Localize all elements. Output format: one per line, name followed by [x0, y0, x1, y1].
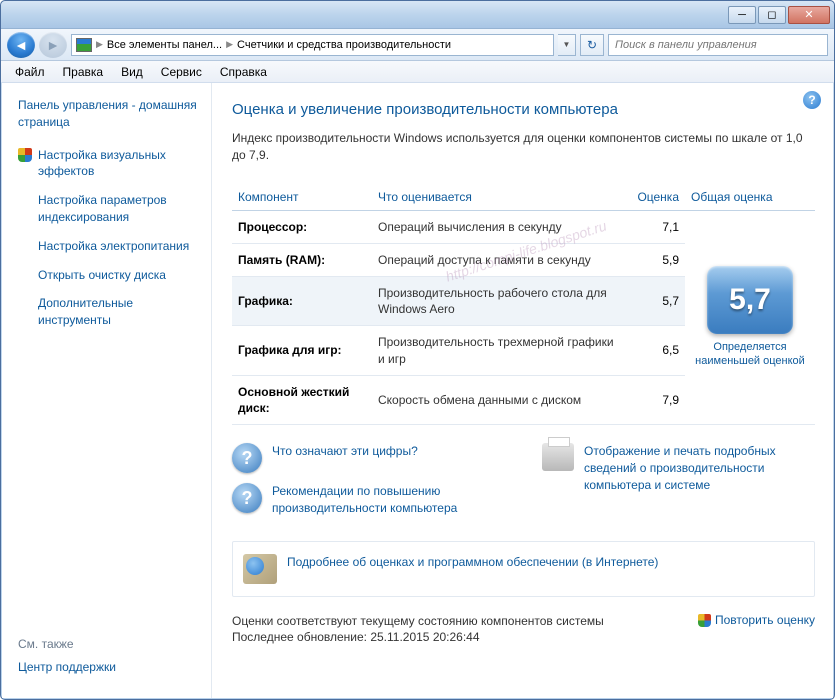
menu-help[interactable]: Справка	[212, 63, 275, 81]
breadcrumb-item[interactable]: Счетчики и средства производительности	[233, 39, 455, 51]
cell-score: 5,9	[625, 243, 685, 276]
base-score-value: 5,7	[729, 280, 771, 321]
print-details-link[interactable]: Отображение и печать подробных сведений …	[584, 443, 815, 493]
learn-more-link[interactable]: Подробнее об оценках и программном обесп…	[287, 554, 658, 571]
address-dropdown[interactable]: ▼	[558, 34, 576, 56]
main-panel: ? http://compi-life.blogspot.ru Оценка и…	[212, 83, 833, 698]
menu-view[interactable]: Вид	[113, 63, 151, 81]
question-icon: ?	[232, 443, 262, 473]
printer-icon	[542, 443, 574, 471]
col-what: Что оценивается	[372, 184, 625, 211]
last-updated-text: Последнее обновление: 25.11.2015 20:26:4…	[232, 629, 815, 646]
chevron-right-icon: ▶	[226, 39, 233, 50]
rerun-label: Повторить оценку	[715, 613, 815, 627]
col-basescore: Общая оценка	[685, 184, 815, 211]
sidebar-visual-effects[interactable]: Настройка визуальных эффектов	[18, 147, 201, 181]
minimize-button[interactable]: ─	[728, 6, 756, 24]
cell-component: Основной жесткий диск:	[232, 375, 372, 424]
sidebar-item-label: Настройка электропитания	[38, 238, 189, 255]
sidebar-advanced-tools[interactable]: Дополнительные инструменты	[18, 295, 201, 329]
what-do-numbers-mean-link[interactable]: Что означают эти цифры?	[272, 443, 418, 460]
cell-score: 5,7	[625, 276, 685, 325]
address-bar[interactable]: ▶ Все элементы панел... ▶ Счетчики и сре…	[71, 34, 554, 56]
sidebar: Панель управления - домашняя страница На…	[2, 83, 212, 698]
maximize-button[interactable]: ◻	[758, 6, 786, 24]
cell-desc: Производительность рабочего стола для Wi…	[372, 276, 625, 325]
cell-desc: Операций вычисления в секунду	[372, 210, 625, 243]
sidebar-item-label: Открыть очистку диска	[38, 267, 166, 284]
score-table: Компонент Что оценивается Оценка Общая о…	[232, 184, 815, 426]
cell-score: 6,5	[625, 326, 685, 375]
menu-file[interactable]: Файл	[7, 63, 53, 81]
cell-component: Графика для игр:	[232, 326, 372, 375]
base-score-cell: 5,7 Определяется наименьшей оценкой	[685, 210, 815, 425]
cell-desc: Операций доступа к памяти в секунду	[372, 243, 625, 276]
rerun-assessment-link[interactable]: Повторить оценку	[698, 613, 815, 627]
refresh-button[interactable]: ↻	[580, 34, 604, 56]
control-panel-icon	[76, 38, 92, 52]
sidebar-disk-cleanup[interactable]: Открыть очистку диска	[18, 267, 201, 284]
help-icon[interactable]: ?	[803, 91, 821, 109]
back-button[interactable]: ◄	[7, 32, 35, 58]
page-description: Индекс производительности Windows исполь…	[232, 130, 815, 164]
nav-toolbar: ◄ ► ▶ Все элементы панел... ▶ Счетчики и…	[1, 29, 834, 61]
shield-icon	[18, 148, 32, 162]
learn-more-box: Подробнее об оценках и программном обесп…	[232, 541, 815, 597]
col-subscore: Оценка	[625, 184, 685, 211]
close-button[interactable]: ✕	[788, 6, 830, 24]
sidebar-action-center[interactable]: Центр поддержки	[18, 659, 201, 676]
search-input[interactable]	[608, 34, 828, 56]
base-score-badge: 5,7	[707, 266, 793, 334]
sidebar-item-label: Настройка параметров индексирования	[38, 192, 201, 226]
breadcrumb-item[interactable]: Все элементы панел...	[103, 39, 226, 51]
software-box-icon	[243, 554, 277, 584]
cell-desc: Скорость обмена данными с диском	[372, 375, 625, 424]
tips-link[interactable]: Рекомендации по повышению производительн…	[272, 483, 522, 517]
cell-component: Память (RAM):	[232, 243, 372, 276]
sidebar-item-label: Центр поддержки	[18, 659, 116, 676]
sidebar-item-label: Настройка визуальных эффектов	[38, 147, 201, 181]
window-frame: ─ ◻ ✕ ◄ ► ▶ Все элементы панел... ▶ Счет…	[0, 0, 835, 700]
titlebar: ─ ◻ ✕	[1, 1, 834, 29]
cell-score: 7,1	[625, 210, 685, 243]
question-icon: ?	[232, 483, 262, 513]
forward-button[interactable]: ►	[39, 32, 67, 58]
cell-component: Процессор:	[232, 210, 372, 243]
control-panel-home-link[interactable]: Панель управления - домашняя страница	[18, 97, 201, 131]
menu-tools[interactable]: Сервис	[153, 63, 210, 81]
cell-component: Графика:	[232, 276, 372, 325]
chevron-right-icon: ▶	[96, 39, 103, 50]
base-score-subtitle: Определяется наименьшей оценкой	[691, 340, 809, 369]
content-area: Панель управления - домашняя страница На…	[2, 83, 833, 698]
col-component: Компонент	[232, 184, 372, 211]
sidebar-item-label: Дополнительные инструменты	[38, 295, 201, 329]
menu-edit[interactable]: Правка	[55, 63, 112, 81]
see-also-header: См. также	[18, 637, 201, 651]
cell-desc: Производительность трехмерной графики и …	[372, 326, 625, 375]
sidebar-power[interactable]: Настройка электропитания	[18, 238, 201, 255]
page-title: Оценка и увеличение производительности к…	[232, 101, 815, 118]
table-row: Процессор: Операций вычисления в секунду…	[232, 210, 815, 243]
menu-bar: Файл Правка Вид Сервис Справка	[1, 61, 834, 83]
shield-icon	[698, 614, 711, 627]
sidebar-indexing[interactable]: Настройка параметров индексирования	[18, 192, 201, 226]
cell-score: 7,9	[625, 375, 685, 424]
